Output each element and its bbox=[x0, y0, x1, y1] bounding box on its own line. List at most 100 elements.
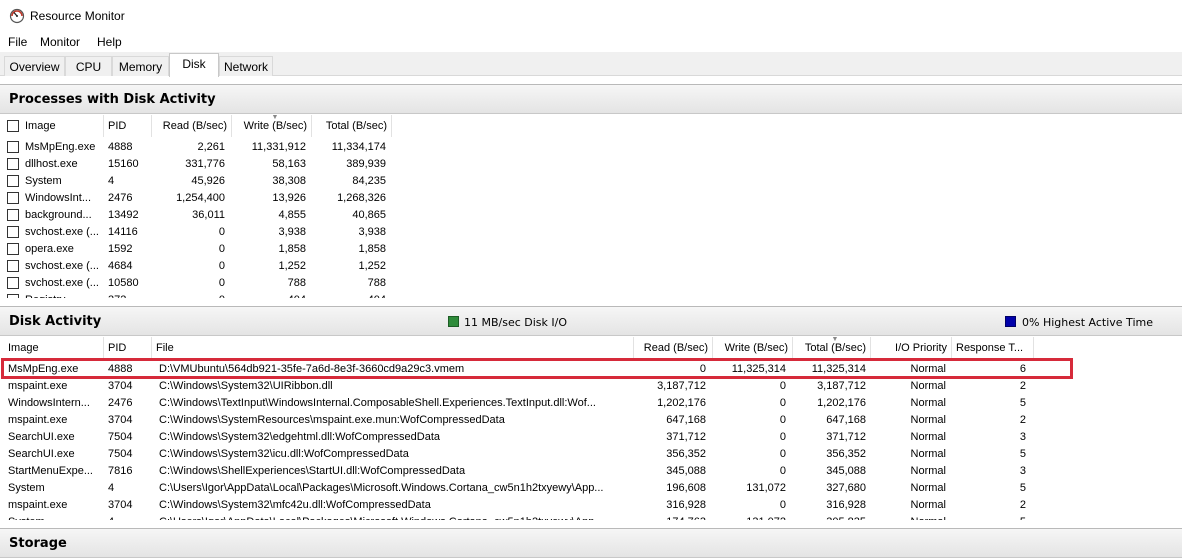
tab-memory[interactable]: Memory bbox=[112, 56, 169, 76]
process-image: System bbox=[25, 175, 62, 187]
process-checkbox[interactable] bbox=[7, 243, 19, 255]
process-write: 13,926 bbox=[272, 192, 306, 204]
disk-activity-row[interactable]: mspaint.exe 3704 C:\Windows\System32\mfc42… bbox=[0, 497, 1182, 514]
process-row[interactable]: MsMpEng.exe 4888 2,261 11,331,912 11,334,174 bbox=[0, 139, 1182, 156]
proc-col-total[interactable]: Total (B/sec) bbox=[312, 115, 392, 137]
process-total: 3,938 bbox=[358, 226, 386, 238]
disk-row-total: 345,088 bbox=[826, 465, 866, 477]
disk-activity-row[interactable]: mspaint.exe 3704 C:\Windows\SystemResource… bbox=[0, 412, 1182, 429]
menu-monitor[interactable]: Monitor bbox=[40, 35, 80, 49]
disk-activity-row[interactable]: SearchUI.exe 7504 C:\Windows\System32\icu.… bbox=[0, 446, 1182, 463]
process-row[interactable]: System 4 45,926 38,308 84,235 bbox=[0, 173, 1182, 190]
disk-activity-section-title: Disk Activity bbox=[9, 314, 102, 329]
proc-col-pid[interactable]: PID bbox=[104, 115, 152, 137]
disk-row-io-priority: Normal bbox=[910, 397, 946, 409]
process-checkbox[interactable] bbox=[7, 294, 19, 298]
disk-row-io-priority: Normal bbox=[910, 431, 946, 443]
menu-help[interactable]: Help bbox=[97, 35, 122, 49]
disk-activity-row[interactable]: System 4 C:\Users\Igor\AppData\Local\Packa… bbox=[0, 480, 1182, 497]
process-checkbox[interactable] bbox=[7, 209, 19, 221]
disk-row-write: 0 bbox=[779, 448, 786, 460]
disk-col-total-label: Total (B/sec) bbox=[804, 342, 866, 354]
process-total: 788 bbox=[367, 277, 386, 289]
disk-row-file: C:\Windows\System32\UIRibbon.dll bbox=[159, 380, 333, 392]
disk-col-image[interactable]: Image bbox=[0, 337, 104, 359]
disk-row-response-time: 3 bbox=[1019, 431, 1026, 443]
process-row[interactable]: background... 13492 36,011 4,855 40,865 bbox=[0, 207, 1182, 224]
disk-row-io-priority: Normal bbox=[910, 414, 946, 426]
process-read: 0 bbox=[218, 260, 225, 272]
disk-col-io-priority[interactable]: I/O Priority bbox=[871, 337, 952, 359]
process-read: 0 bbox=[152, 294, 225, 298]
disk-row-file: C:\Windows\System32\icu.dll:WofCompresse… bbox=[159, 448, 409, 460]
process-image: WindowsInt... bbox=[25, 192, 92, 204]
disk-row-pid: 2476 bbox=[108, 397, 133, 409]
process-image: svchost.exe (... bbox=[25, 260, 99, 272]
menu-file[interactable]: File bbox=[8, 35, 27, 49]
disk-row-image: SearchUI.exe bbox=[8, 431, 75, 443]
process-pid: 13492 bbox=[108, 209, 139, 221]
disk-activity-row[interactable]: StartMenuExpe... 7816 C:\Windows\ShellExpe… bbox=[0, 463, 1182, 480]
process-row[interactable]: Registry 3720 404 404 bbox=[0, 292, 1182, 298]
disk-activity-row[interactable]: SearchUI.exe 7504 C:\Windows\System32\edge… bbox=[0, 429, 1182, 446]
disk-row-read: 345,088 bbox=[666, 465, 706, 477]
tab-overview[interactable]: Overview bbox=[4, 56, 65, 76]
process-checkbox[interactable] bbox=[7, 277, 19, 289]
disk-activity-section-header[interactable]: Disk Activity 11 MB/sec Disk I/O 0% High… bbox=[0, 306, 1182, 336]
disk-col-response-time[interactable]: Response T... bbox=[952, 337, 1034, 359]
proc-col-image[interactable]: Image bbox=[0, 115, 104, 137]
storage-section-title: Storage bbox=[9, 536, 67, 551]
process-image: background... bbox=[25, 209, 92, 221]
active-time-label: 0% Highest Active Time bbox=[1022, 316, 1153, 329]
process-image: MsMpEng.exe bbox=[25, 141, 96, 153]
process-write: 3,938 bbox=[278, 226, 306, 238]
disk-row-pid: 3704 bbox=[108, 499, 133, 511]
process-row[interactable]: svchost.exe (... 4684 0 1,252 1,252 bbox=[0, 258, 1182, 275]
disk-row-read: 196,608 bbox=[666, 482, 706, 494]
process-pid: 1592 bbox=[108, 243, 133, 255]
disk-row-write: 0 bbox=[779, 397, 786, 409]
process-checkbox[interactable] bbox=[7, 260, 19, 272]
disk-activity-row[interactable]: System 4 C:\Users\Igor\AppData\Local\Packa… bbox=[0, 514, 1182, 520]
proc-col-write[interactable]: ▼ Write (B/sec) bbox=[232, 115, 312, 137]
select-all-checkbox[interactable] bbox=[7, 120, 19, 132]
disk-activity-row[interactable]: mspaint.exe 3704 C:\Windows\System32\UIRib… bbox=[0, 378, 1182, 395]
process-row[interactable]: WindowsInt... 2476 1,254,400 13,926 1,268,32… bbox=[0, 190, 1182, 207]
disk-row-io-priority: Normal bbox=[910, 482, 946, 494]
proc-col-read[interactable]: Read (B/sec) bbox=[152, 115, 232, 137]
process-checkbox[interactable] bbox=[7, 158, 19, 170]
tab-cpu[interactable]: CPU bbox=[65, 56, 112, 76]
disk-col-write[interactable]: Write (B/sec) bbox=[713, 337, 793, 359]
process-row[interactable]: svchost.exe (... 10580 0 788 788 bbox=[0, 275, 1182, 292]
process-row[interactable]: opera.exe 1592 0 1,858 1,858 bbox=[0, 241, 1182, 258]
disk-col-total[interactable]: ▼ Total (B/sec) bbox=[793, 337, 871, 359]
tab-disk[interactable]: Disk bbox=[169, 53, 219, 77]
process-image: svchost.exe (... bbox=[25, 277, 99, 289]
disk-activity-row[interactable]: WindowsIntern... 2476 C:\Windows\TextInput… bbox=[0, 395, 1182, 412]
storage-section-header[interactable]: Storage bbox=[0, 528, 1182, 558]
process-write: 1,252 bbox=[278, 260, 306, 272]
disk-row-response-time: 5 bbox=[1019, 448, 1026, 460]
process-total: 84,235 bbox=[352, 175, 386, 187]
disk-row-response-time: 5 bbox=[1019, 482, 1026, 494]
disk-col-pid[interactable]: PID bbox=[104, 337, 152, 359]
disk-row-total: 1,202,176 bbox=[817, 397, 866, 409]
process-row[interactable]: dllhost.exe 15160 331,776 58,163 389,939 bbox=[0, 156, 1182, 173]
process-write: 788 bbox=[287, 277, 306, 289]
proc-col-write-label: Write (B/sec) bbox=[243, 120, 307, 132]
tab-network[interactable]: Network bbox=[219, 56, 273, 76]
disk-col-file[interactable]: File bbox=[152, 337, 634, 359]
process-row[interactable]: svchost.exe (... 14116 0 3,938 3,938 bbox=[0, 224, 1182, 241]
disk-col-read[interactable]: Read (B/sec) bbox=[634, 337, 713, 359]
process-checkbox[interactable] bbox=[7, 175, 19, 187]
disk-row-read: 316,928 bbox=[666, 499, 706, 511]
process-pid: 4888 bbox=[108, 141, 133, 153]
process-checkbox[interactable] bbox=[7, 192, 19, 204]
process-checkbox[interactable] bbox=[7, 141, 19, 153]
disk-row-pid: 7504 bbox=[108, 448, 133, 460]
process-checkbox[interactable] bbox=[7, 226, 19, 238]
disk-row-io-priority: Normal bbox=[910, 448, 946, 460]
disk-row-file: C:\Users\Igor\AppData\Local\Packages\Mic… bbox=[159, 482, 604, 494]
window-title: Resource Monitor bbox=[30, 9, 125, 23]
processes-section-header[interactable]: Processes with Disk Activity bbox=[0, 84, 1182, 114]
